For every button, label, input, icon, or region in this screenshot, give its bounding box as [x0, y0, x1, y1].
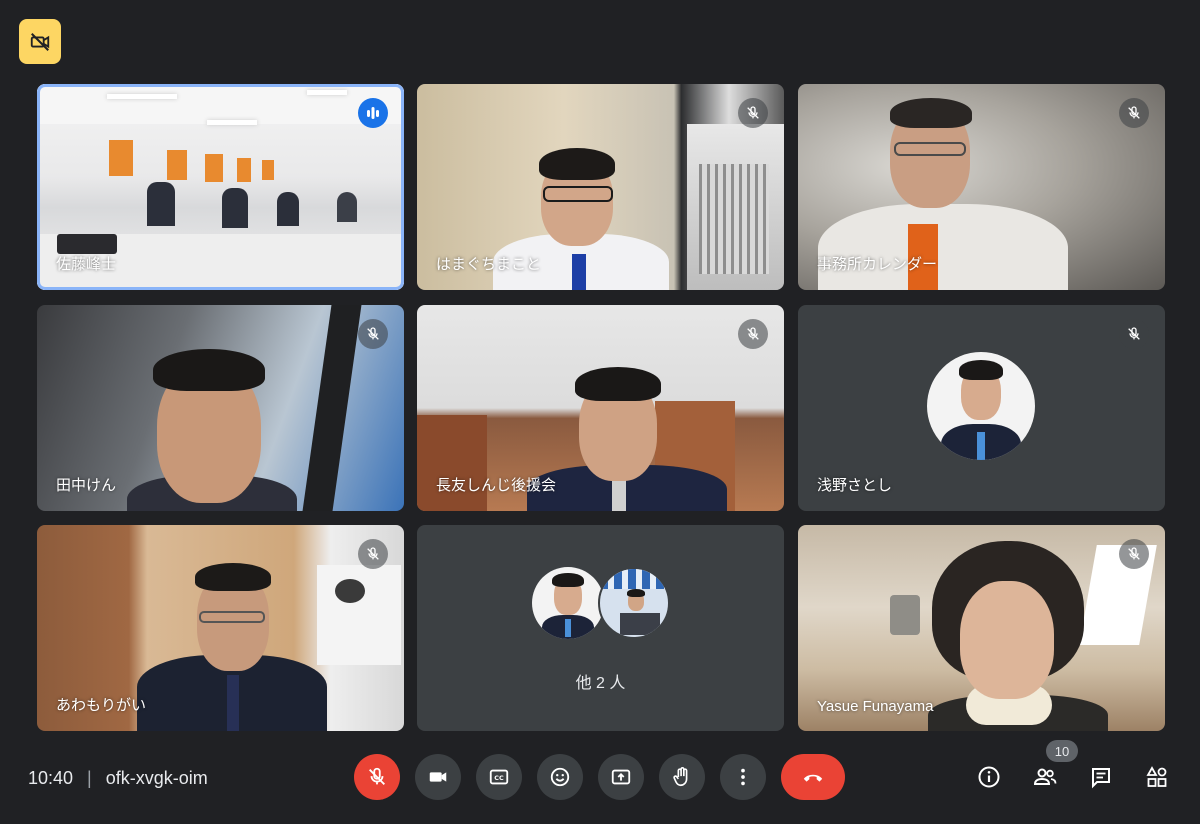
- participant-tile[interactable]: 長友しんじ後援会: [417, 305, 784, 511]
- mic-off-icon: [367, 327, 379, 340]
- participant-tile[interactable]: Yasue Funayama: [798, 525, 1165, 731]
- mic-off-icon: [1128, 547, 1140, 560]
- others-tile[interactable]: 他 2 人: [417, 525, 784, 731]
- participant-name: 佐藤峰士: [56, 256, 117, 273]
- participant-tile[interactable]: あわもりがい: [37, 525, 404, 731]
- muted-indicator: [358, 319, 388, 349]
- people-button[interactable]: [1028, 760, 1062, 794]
- captions-button[interactable]: CC: [476, 754, 522, 800]
- more-vert-icon: [741, 768, 745, 786]
- mic-toggle-button[interactable]: [354, 754, 400, 800]
- captions-icon: CC: [489, 769, 509, 785]
- activities-button[interactable]: [1140, 760, 1174, 794]
- participant-name: 事務所カレンダー: [817, 256, 938, 273]
- mic-off-icon: [369, 767, 385, 785]
- people-icon: [1033, 768, 1057, 785]
- camera-icon: [429, 772, 447, 782]
- audio-level-icon: [367, 107, 379, 119]
- participant-tile[interactable]: 田中けん: [37, 305, 404, 511]
- participant-tile[interactable]: 佐藤峰士: [37, 84, 404, 290]
- chat-icon: [1092, 768, 1110, 789]
- mic-off-icon: [747, 106, 759, 119]
- call-end-icon: [803, 774, 823, 782]
- meeting-details-button[interactable]: [972, 760, 1006, 794]
- mic-off-icon: [747, 327, 759, 340]
- camera-toggle-button[interactable]: [415, 754, 461, 800]
- separator: |: [87, 768, 92, 788]
- muted-indicator: [1119, 319, 1149, 349]
- present-icon: [611, 769, 631, 785]
- participant-name: 浅野さとし: [817, 477, 893, 494]
- participant-tile[interactable]: はまぐちまこと: [417, 84, 784, 290]
- participant-avatar: [927, 352, 1035, 460]
- meeting-info: 10:40 | ofk-xvgk-oim: [28, 768, 208, 789]
- meet-window: 佐藤峰士 はまぐちまこと 事務所カレンダー 田中けん 長友しんじ後援会 浅野さと…: [0, 0, 1200, 824]
- mic-off-icon: [1128, 106, 1140, 119]
- muted-indicator: [738, 319, 768, 349]
- control-bar: 10:40 | ofk-xvgk-oim CC 10: [0, 740, 1200, 824]
- participant-name: あわもりがい: [56, 697, 147, 714]
- muted-indicator: [1119, 539, 1149, 569]
- mic-off-icon: [1128, 327, 1140, 340]
- camera-off-indicator[interactable]: [19, 19, 61, 64]
- others-count-label: 他 2 人: [575, 675, 626, 692]
- muted-indicator: [1119, 98, 1149, 128]
- video-off-icon: [30, 32, 50, 51]
- emoji-reaction-button[interactable]: [537, 754, 583, 800]
- participant-count-badge: 10: [1046, 740, 1078, 762]
- participant-avatar: [532, 567, 604, 639]
- meeting-time: 10:40: [28, 768, 74, 788]
- activities-icon: [1146, 766, 1167, 787]
- chat-button[interactable]: [1084, 760, 1118, 794]
- participant-name: 田中けん: [56, 477, 117, 494]
- participant-name: 長友しんじ後援会: [436, 477, 557, 494]
- svg-text:CC: CC: [494, 774, 504, 782]
- meeting-code[interactable]: ofk-xvgk-oim: [106, 768, 208, 789]
- mic-off-icon: [367, 547, 379, 560]
- emoji-icon: [550, 767, 570, 787]
- participant-name: はまぐちまこと: [436, 256, 542, 273]
- speaking-indicator: [358, 98, 388, 128]
- present-screen-button[interactable]: [598, 754, 644, 800]
- muted-indicator: [738, 98, 768, 128]
- more-options-button[interactable]: [720, 754, 766, 800]
- participant-name: Yasue Funayama: [817, 698, 934, 715]
- muted-indicator: [358, 539, 388, 569]
- hand-icon: [673, 767, 688, 787]
- leave-call-button[interactable]: [781, 754, 845, 800]
- participant-tile[interactable]: 浅野さとし: [798, 305, 1165, 511]
- raise-hand-button[interactable]: [659, 754, 705, 800]
- info-icon: [978, 766, 1000, 788]
- participant-avatar: [598, 567, 670, 639]
- participant-tile[interactable]: 事務所カレンダー: [798, 84, 1165, 290]
